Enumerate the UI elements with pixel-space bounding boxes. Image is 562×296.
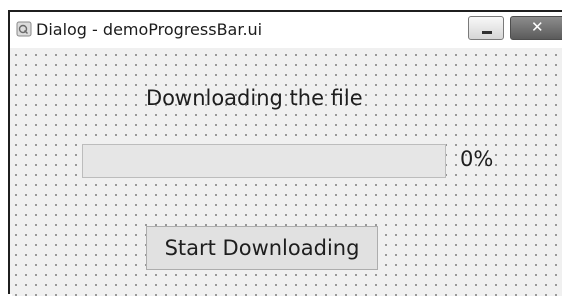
start-downloading-button[interactable]: Start Downloading — [146, 226, 378, 270]
title-bar[interactable]: Dialog - demoProgressBar.ui ✕ — [10, 12, 562, 48]
window-title: Dialog - demoProgressBar.ui — [36, 20, 263, 39]
progress-bar — [82, 144, 446, 178]
close-button[interactable]: ✕ — [510, 16, 562, 40]
progress-percent-label: 0% — [460, 147, 494, 171]
qt-app-icon — [16, 21, 32, 37]
close-icon: ✕ — [531, 18, 544, 36]
dialog-body: Downloading the file 0% Start Downloadin… — [12, 48, 562, 296]
dialog-window: Dialog - demoProgressBar.ui ✕ Downloadin… — [8, 10, 562, 296]
minimize-button[interactable] — [468, 16, 504, 40]
downloading-label: Downloading the file — [146, 86, 363, 110]
